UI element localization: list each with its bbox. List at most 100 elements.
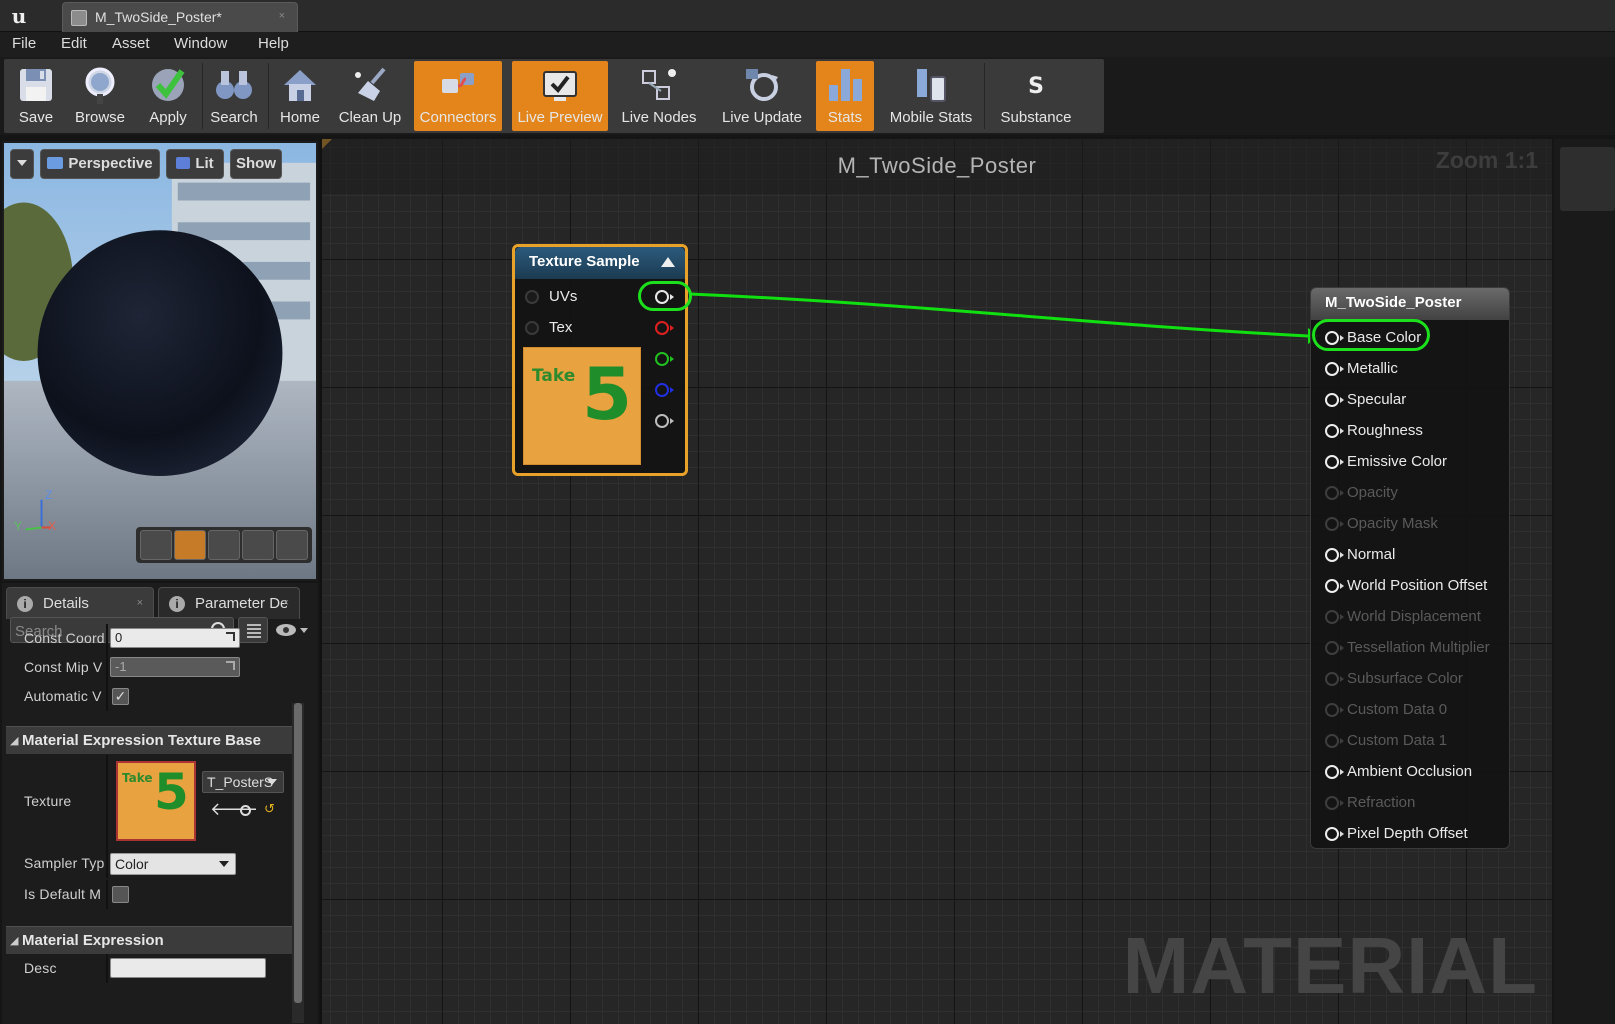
close-tab-icon[interactable]: × (137, 597, 143, 609)
show-button[interactable]: Show (230, 149, 282, 179)
menu-file[interactable]: File (12, 35, 36, 52)
lit-button[interactable]: Lit (166, 149, 224, 179)
pin-circle-icon[interactable] (1325, 548, 1339, 562)
pin-circle-icon[interactable] (1325, 362, 1339, 376)
palette-tab[interactable] (1560, 147, 1615, 211)
pin-arrow-icon (1340, 428, 1344, 434)
custom-mesh-button[interactable] (276, 530, 308, 560)
apply-button[interactable]: Apply (136, 61, 200, 131)
material-input-pin[interactable]: Metallic (1321, 356, 1507, 382)
material-input-pin[interactable]: Specular (1321, 387, 1507, 413)
preview-scene[interactable] (4, 143, 316, 579)
pin-circle-icon[interactable] (655, 383, 669, 397)
save-button[interactable]: Save (4, 61, 68, 131)
automatic-view-mip-checkbox[interactable]: ✓ (112, 688, 129, 705)
input-pin-tex[interactable]: Tex (521, 315, 621, 341)
scrollbar-thumb[interactable] (294, 703, 302, 1003)
material-result-node[interactable]: M_TwoSide_Poster Base Color Metallic Specu… (1310, 287, 1510, 849)
desc-field[interactable] (110, 958, 266, 978)
menu-asset[interactable]: Asset (112, 35, 150, 52)
pin-circle-icon[interactable] (655, 321, 669, 335)
collapse-arrow-icon[interactable] (661, 257, 675, 267)
live-preview-button[interactable]: Live Preview (512, 61, 608, 131)
pin-arrow-icon (1340, 397, 1344, 403)
menu-help[interactable]: Help (258, 35, 289, 52)
pin-circle-icon[interactable] (525, 290, 539, 304)
substance-button[interactable]: S Substance (988, 61, 1084, 131)
pin-arrow-icon (1340, 707, 1344, 713)
nodes-icon (642, 69, 676, 100)
texture-output-pin[interactable] (651, 346, 681, 372)
reset-to-default-icon[interactable]: ↺ (264, 801, 275, 817)
perspective-button[interactable]: Perspective (40, 149, 160, 179)
cube-shape-button[interactable] (242, 530, 274, 560)
material-graph[interactable]: M_TwoSide_Poster Zoom 1:1 MATERIAL Textu… (320, 139, 1552, 1024)
mobile-stats-button[interactable]: Mobile Stats (880, 61, 982, 131)
texture-sample-title[interactable]: Texture Sample (515, 247, 685, 279)
viewport-options-button[interactable] (10, 149, 34, 179)
material-input-pin[interactable]: Pixel Depth Offset (1321, 821, 1507, 847)
close-tab-icon[interactable]: × (283, 597, 289, 609)
pin-circle-icon[interactable] (1325, 424, 1339, 438)
pin-arrow-icon (1340, 738, 1344, 744)
pin-circle-icon[interactable] (525, 321, 539, 335)
section-material-expression[interactable]: ◢ Material Expression (6, 926, 294, 954)
preview-viewport[interactable]: Perspective Lit Show Z X Y (2, 141, 318, 581)
live-update-button[interactable]: Live Update (712, 61, 812, 131)
material-input-pin[interactable]: Emissive Color (1321, 449, 1507, 475)
connection-wire[interactable] (689, 292, 1309, 338)
pin-label: Tex (549, 319, 573, 336)
const-coordinate-field[interactable]: 0 (110, 628, 240, 648)
home-button[interactable]: Home (268, 61, 332, 131)
material-input-pin[interactable]: Ambient Occlusion (1321, 759, 1507, 785)
stats-button[interactable]: Stats (816, 61, 874, 131)
pin-circle-icon[interactable] (655, 352, 669, 366)
material-input-pin[interactable]: World Position Offset (1321, 573, 1507, 599)
texture-output-pin[interactable] (651, 408, 681, 434)
sphere-shape-button[interactable] (174, 530, 206, 560)
document-tab[interactable]: M_TwoSide_Poster* × (62, 2, 298, 32)
pin-circle-icon[interactable] (1325, 393, 1339, 407)
menu-window[interactable]: Window (174, 35, 227, 52)
pin-circle-icon[interactable] (1325, 827, 1339, 841)
texture-thumbnail[interactable]: Take 5 (116, 761, 196, 841)
material-input-pin[interactable]: Roughness (1321, 418, 1507, 444)
texture-sample-node[interactable]: Texture Sample UVs Tex Take 5 (512, 244, 688, 476)
pin-circle-icon[interactable] (1325, 455, 1339, 469)
texture-asset-combo[interactable]: T_PosterS (202, 771, 284, 793)
browse-label: Browse (74, 109, 126, 126)
pin-circle-icon[interactable] (655, 414, 669, 428)
search-button[interactable]: Search (202, 61, 266, 131)
tab-parameter-defaults[interactable]: i Parameter De × (158, 587, 300, 619)
plane-shape-button[interactable] (208, 530, 240, 560)
use-selected-arrow-icon[interactable]: 🡐 (210, 799, 258, 820)
pin-circle-icon[interactable] (1325, 579, 1339, 593)
cylinder-shape-button[interactable] (140, 530, 172, 560)
section-texture-base[interactable]: ◢ Material Expression Texture Base (6, 726, 294, 754)
spin-arrows-icon[interactable] (226, 632, 235, 641)
browse-asset-icon[interactable] (240, 805, 251, 816)
close-tab-icon[interactable]: × (279, 10, 285, 22)
material-node-title[interactable]: M_TwoSide_Poster (1311, 288, 1509, 320)
connectors-button[interactable]: Connectors (414, 61, 502, 131)
sampler-type-select[interactable]: Color (110, 853, 236, 875)
unreal-logo-icon[interactable]: u (6, 3, 32, 29)
browse-button[interactable]: Browse (68, 61, 132, 131)
texture-output-pin[interactable] (651, 315, 681, 341)
pin-arrow-icon (670, 387, 674, 393)
menu-edit[interactable]: Edit (61, 35, 87, 52)
is-default-checkbox[interactable] (112, 886, 129, 903)
input-pin-uvs[interactable]: UVs (521, 284, 621, 310)
texture-output-pin[interactable] (651, 377, 681, 403)
clean-up-button[interactable]: Clean Up (334, 61, 406, 131)
spin-arrows-icon[interactable] (226, 661, 235, 670)
material-input-pin[interactable]: Normal (1321, 542, 1507, 568)
pin-circle-icon (1325, 703, 1339, 717)
const-mip-value-field[interactable]: -1 (110, 657, 240, 677)
details-scrollbar[interactable] (292, 703, 304, 1023)
live-nodes-button[interactable]: Live Nodes (616, 61, 702, 131)
pin-circle-icon (1325, 610, 1339, 624)
tab-details[interactable]: i Details × (6, 587, 154, 619)
pin-circle-icon[interactable] (1325, 765, 1339, 779)
poster-number-text: 5 (582, 352, 633, 436)
